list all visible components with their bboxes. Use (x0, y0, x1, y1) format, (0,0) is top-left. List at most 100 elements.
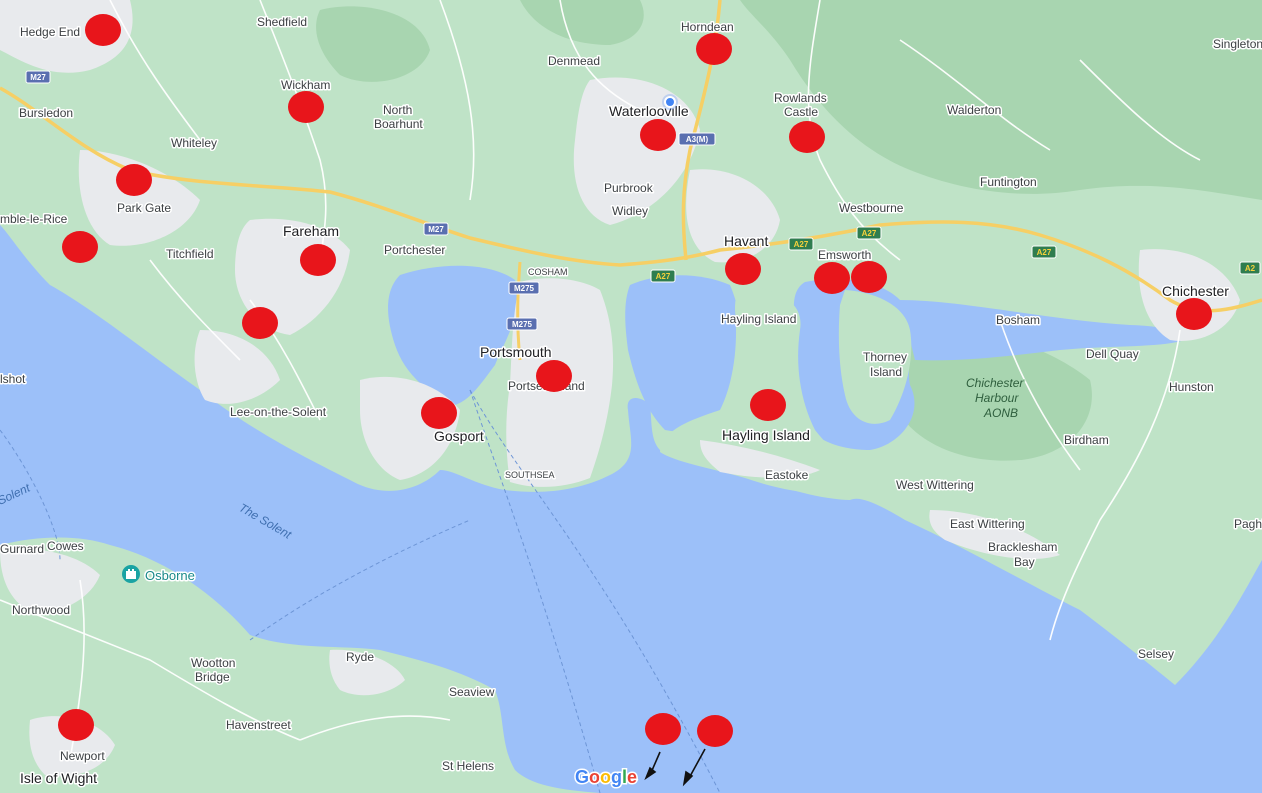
place-label: Widley (612, 204, 648, 218)
place-label: Havant (724, 233, 768, 249)
map-marker[interactable] (750, 389, 786, 421)
road-shield-label: M275 (514, 284, 535, 293)
place-label: Fareham (283, 223, 339, 239)
road-shield-label: A27 (862, 229, 877, 238)
place-label: Selsey (1138, 647, 1174, 661)
aonb-label: AONB (983, 406, 1018, 420)
road-shield: M275 (508, 281, 540, 295)
place-label: Dell Quay (1086, 347, 1139, 361)
aonb-label: Chichester (966, 376, 1024, 390)
place-label: Purbrook (604, 181, 654, 195)
place-label: Paghi (1234, 517, 1262, 531)
place-label: Bay (1014, 555, 1035, 569)
place-label: Hedge End (20, 25, 80, 39)
map-marker[interactable] (536, 360, 572, 392)
place-label: Funtington (980, 175, 1037, 189)
map-marker[interactable] (697, 715, 733, 747)
place-label: Whiteley (171, 136, 217, 150)
place-label: Castle (784, 105, 818, 119)
place-label: Portchester (384, 243, 445, 257)
place-label: Hayling Island (722, 427, 810, 443)
place-label: Westbourne (839, 201, 904, 215)
place-label: SOUTHSEA (505, 470, 555, 480)
road-shield: A27 (650, 269, 676, 283)
road-shield: A3(M) (678, 132, 716, 146)
place-label: Park Gate (117, 201, 171, 215)
place-label: Bridge (195, 670, 230, 684)
map-marker[interactable] (62, 231, 98, 263)
road-shield-label: A27 (656, 272, 671, 281)
map-marker[interactable] (85, 14, 121, 46)
road-shield-label: A3(M) (686, 135, 709, 144)
road-shield: A27 (1031, 245, 1057, 259)
map-marker[interactable] (696, 33, 732, 65)
aonb-label: Harbour (975, 391, 1019, 405)
place-label: Newport (60, 749, 105, 763)
map-marker[interactable] (421, 397, 457, 429)
road-shield: M27 (25, 70, 51, 84)
poi-label: Osborne (145, 568, 195, 583)
poi-osborne[interactable]: Osborne (122, 565, 196, 585)
map-marker[interactable] (814, 262, 850, 294)
map-marker[interactable] (242, 307, 278, 339)
place-label: Denmead (548, 54, 600, 68)
map-marker[interactable] (288, 91, 324, 123)
place-label: Isle of Wight (20, 770, 97, 786)
place-label: West Wittering (896, 478, 974, 492)
current-location-dot[interactable] (662, 94, 678, 110)
place-label: Titchfield (166, 247, 214, 261)
map-marker[interactable] (58, 709, 94, 741)
map-marker[interactable] (789, 121, 825, 153)
place-label: Bosham (996, 313, 1040, 327)
place-label: Thorney (863, 350, 907, 364)
road-shield-label: M275 (512, 320, 533, 329)
place-label: North (383, 103, 412, 117)
place-label: Wootton (191, 656, 235, 670)
road-shield-label: A2 (1245, 264, 1256, 273)
road-shield-label: A27 (794, 240, 809, 249)
place-label: Rowlands (774, 91, 827, 105)
road-shield-label: A27 (1037, 248, 1052, 257)
google-logo: Google (575, 767, 637, 787)
place-label: Island (870, 365, 902, 379)
map-marker[interactable] (851, 261, 887, 293)
road-shield: M275 (506, 317, 538, 331)
place-label: Walderton (947, 103, 1001, 117)
place-label: lshot (0, 372, 26, 386)
map-marker[interactable] (645, 713, 681, 745)
map-canvas[interactable]: Hedge End Shedfield Horndean Singleton Denme… (0, 0, 1262, 793)
place-label: Havenstreet (226, 718, 291, 732)
road-shield: A27 (788, 237, 814, 251)
place-label: East Wittering (950, 517, 1025, 531)
place-label: Gurnard (0, 542, 44, 556)
road-shield: M27 (423, 222, 449, 236)
road-shield-label: M27 (428, 225, 444, 234)
map-marker[interactable] (300, 244, 336, 276)
place-label: Lee-on-the-Solent (230, 405, 327, 419)
place-label: Horndean (681, 20, 734, 34)
place-label: Cowes (47, 539, 84, 553)
map-marker[interactable] (116, 164, 152, 196)
place-label: mble-le-Rice (0, 212, 68, 226)
place-label: Eastoke (765, 468, 809, 482)
place-label: Seaview (449, 685, 495, 699)
place-label: Gosport (434, 428, 484, 444)
place-label: Chichester (1162, 283, 1229, 299)
place-label: Hunston (1169, 380, 1214, 394)
place-label: Wickham (281, 78, 330, 92)
map-marker[interactable] (1176, 298, 1212, 330)
place-label: Shedfield (257, 15, 307, 29)
place-label: COSHAM (528, 267, 568, 277)
place-label: Ryde (346, 650, 374, 664)
place-label: Portsmouth (480, 344, 552, 360)
place-label: Bracklesham (988, 540, 1057, 554)
place-label: Hayling Island (721, 312, 796, 326)
road-shield: A27 (856, 226, 882, 240)
place-label: Singleton (1213, 37, 1262, 51)
map-marker[interactable] (725, 253, 761, 285)
place-label: Birdham (1064, 433, 1109, 447)
road-shield: A2 (1239, 261, 1261, 275)
place-label: Northwood (12, 603, 70, 617)
place-label: Emsworth (818, 248, 871, 262)
map-marker[interactable] (640, 119, 676, 151)
